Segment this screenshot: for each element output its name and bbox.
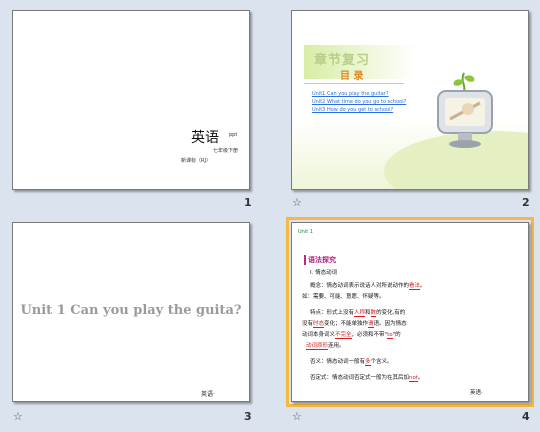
slide2-heading: 章节复习: [314, 53, 371, 68]
line-text: 动词本身词义: [302, 332, 336, 338]
divider: [304, 83, 404, 84]
content-line: 概念：情态动词表示说话人对所说动作的看法。: [310, 281, 426, 290]
section-heading: Ⅰ. 情态动词: [310, 270, 338, 276]
slide-thumbnail-4[interactable]: Unit 1 语法探究 Ⅰ. 情态动词 概念：情态动词表示说话人对所说动作的看法…: [286, 217, 534, 407]
computer-monitor-icon: [437, 72, 493, 148]
slide-transition-star-icon: ☆: [292, 196, 302, 209]
line-blank: 人称: [354, 310, 366, 317]
slide1-subtitle: ppt: [229, 132, 238, 138]
line-blank: 时态: [313, 321, 325, 328]
slide4-footer: 英语·: [470, 390, 483, 396]
unit-link-1[interactable]: Unit1 Can you play the guitar?: [312, 91, 388, 97]
slide-transition-star-icon: ☆: [292, 410, 302, 423]
line-text: 的变化,有的: [376, 310, 406, 316]
line-text: 连用。: [328, 343, 345, 349]
grammar-box-title: 语法探究: [308, 256, 336, 264]
slide4-unit: Unit 1: [298, 229, 313, 235]
line-blank: not: [409, 375, 419, 382]
line-text: 变化；不能单独作: [324, 321, 369, 327]
slide-4[interactable]: Unit 1 语法探究 Ⅰ. 情态动词 概念：情态动词表示说话人对所说动作的看法…: [291, 222, 529, 402]
slide-thumbnail-1[interactable]: 英语 ppt 七年级下册 新课标（RJ）: [12, 10, 250, 190]
line-text: 和: [365, 310, 371, 316]
line-blank: 不完全: [335, 332, 352, 339]
line-text: ，必须和不带": [351, 332, 388, 338]
line-blank: 看法: [409, 283, 421, 290]
line-text: 特点：形式上没有: [310, 310, 355, 316]
slide2-menu-label: 目 录: [340, 71, 364, 82]
slide-3[interactable]: Unit 1 Can you play the guita? 英语·: [12, 222, 250, 402]
slide-number-1: 1: [244, 196, 252, 209]
content-line: 特点：形式上没有人称和数的变化,有的: [310, 308, 406, 317]
slide-number-2: 2: [522, 196, 530, 209]
slide-1[interactable]: 英语 ppt 七年级下册 新课标（RJ）: [12, 10, 250, 190]
line-text: 语。因为情态: [373, 321, 407, 327]
content-line: 动词原形连用。: [306, 341, 345, 350]
line-text: 否义：情态动词一般有: [310, 359, 366, 365]
content-line: 如：需要、可能、意愿、怀疑等。: [302, 292, 385, 300]
slide-number-3: 3: [244, 410, 252, 423]
line-text: 。: [418, 375, 424, 381]
slide3-footer: 英语·: [201, 391, 215, 398]
line-text: 个含义。: [370, 359, 393, 365]
slide1-grade: 七年级下册: [213, 148, 239, 154]
content-line: 否定式：情态动词否定式一般为在其后加not。: [310, 373, 424, 382]
content-line: 动词本身词义不完全，必须和不带"to"的: [302, 330, 401, 339]
line-text: 如：需要、可能、意愿、怀疑等。: [302, 294, 385, 300]
content-line: 没有时态变化；不能单独作谓语。因为情态: [302, 319, 407, 328]
slide-thumbnail-3[interactable]: Unit 1 Can you play the guita? 英语·: [12, 222, 250, 402]
slide1-publisher: 新课标（RJ）: [181, 158, 211, 164]
unit-link-2[interactable]: Unit2 What time do you go to school?: [312, 99, 406, 105]
line-text: 。: [420, 283, 426, 289]
line-text: 概念：情态动词表示说话人对所说动作的: [310, 283, 410, 289]
slide-thumbnail-2[interactable]: 章节复习 目 录 Unit1 Can you play the guitar? …: [291, 10, 529, 190]
slide-transition-star-icon: ☆: [13, 410, 23, 423]
line-blank: 动词原形: [306, 343, 329, 350]
slide1-title: 英语: [191, 130, 219, 146]
content-line: 否义：情态动词一般有多个含义。: [310, 357, 393, 366]
slide-2[interactable]: 章节复习 目 录 Unit1 Can you play the guitar? …: [291, 10, 529, 190]
line-text: 否定式：情态动词否定式一般为在其后加: [310, 375, 410, 381]
slide-number-4: 4: [522, 410, 530, 423]
slide3-title: Unit 1 Can you play the guita?: [20, 303, 242, 318]
line-text: "的: [392, 332, 401, 338]
line-text: 没有: [302, 321, 314, 327]
unit-link-3[interactable]: Unit3 How do you get to school?: [312, 107, 393, 113]
